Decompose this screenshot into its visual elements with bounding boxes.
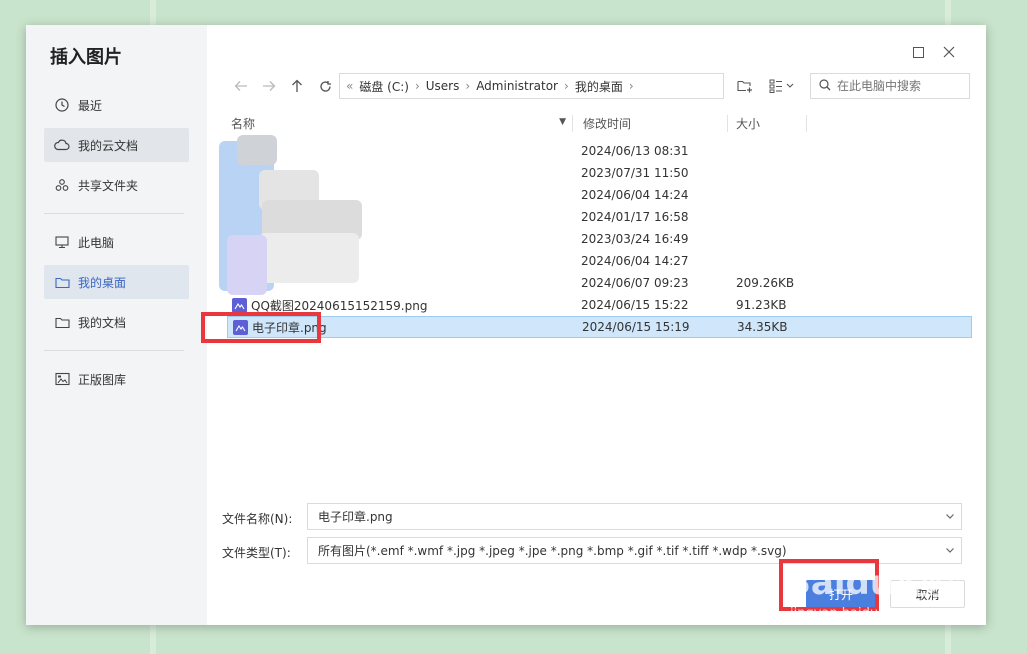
- back-arrow-icon[interactable]: [227, 73, 255, 99]
- breadcrumb-desktop[interactable]: 我的桌面: [575, 78, 623, 95]
- chevron-down-icon[interactable]: [945, 544, 955, 558]
- file-list: 2024/06/13 08:31 2023/07/31 11:50 2024/0…: [227, 140, 972, 338]
- highlight-box-selected-file: [201, 312, 321, 343]
- sidebar-item-cloud-docs[interactable]: 我的云文档: [44, 128, 189, 162]
- sidebar-item-this-pc[interactable]: 此电脑: [44, 225, 189, 259]
- file-date: 2024/06/13 08:31: [581, 144, 689, 158]
- file-date: 2024/06/07 09:23: [581, 276, 689, 290]
- file-date: 2024/01/17 16:58: [581, 210, 689, 224]
- monitor-icon: [54, 234, 70, 250]
- sidebar-item-gallery[interactable]: 正版图库: [44, 362, 189, 396]
- sidebar-item-label: 我的文档: [78, 315, 127, 330]
- filename-field[interactable]: 电子印章.png: [307, 503, 962, 530]
- file-size: 209.26KB: [736, 276, 795, 290]
- up-arrow-icon[interactable]: [283, 73, 311, 99]
- column-name-label: 名称: [231, 116, 256, 131]
- view-mode-icon[interactable]: [766, 73, 798, 99]
- file-row[interactable]: 2023/03/24 16:49: [227, 228, 972, 250]
- file-row[interactable]: 2024/06/04 14:27: [227, 250, 972, 272]
- file-name: QQ截图20240615152159.png: [251, 298, 428, 313]
- sidebar-item-my-documents[interactable]: 我的文档: [44, 305, 189, 339]
- sidebar-item-label: 共享文件夹: [78, 178, 139, 193]
- chevron-right-icon: ›: [564, 79, 569, 93]
- file-list-header: 名称 ▼ 修改时间 大小: [227, 113, 972, 133]
- file-row[interactable]: 2024/06/04 14:24: [227, 184, 972, 206]
- filename-value: 电子印章.png: [318, 510, 393, 524]
- chevron-right-icon: ›: [465, 79, 471, 93]
- sidebar-item-shared-folder[interactable]: 共享文件夹: [44, 168, 189, 202]
- column-header-size[interactable]: 大小: [727, 114, 807, 132]
- image-file-icon: [232, 297, 247, 313]
- refresh-icon[interactable]: [311, 73, 339, 99]
- sidebar-item-label: 正版图库: [78, 372, 127, 387]
- chevron-right-icon[interactable]: ›: [629, 79, 634, 93]
- double-chevron-left-icon[interactable]: «: [346, 79, 353, 93]
- forward-arrow-icon[interactable]: [255, 73, 283, 99]
- filetype-value: 所有图片(*.emf *.wmf *.jpg *.jpeg *.jpe *.pn…: [318, 544, 787, 558]
- file-row[interactable]: 2024/06/07 09:23 209.26KB: [227, 272, 972, 294]
- sidebar-item-label: 我的云文档: [78, 138, 139, 153]
- folder-icon: [54, 274, 70, 290]
- sidebar-item-label: 我的桌面: [78, 275, 127, 290]
- search-input[interactable]: [837, 79, 957, 93]
- chevron-down-icon[interactable]: [945, 510, 955, 524]
- sort-down-icon: ▼: [559, 116, 566, 127]
- address-bar[interactable]: « 磁盘 (C:) › Users › Administrator › 我的桌面…: [339, 73, 724, 99]
- sidebar-divider: [44, 213, 184, 214]
- main-pane: « 磁盘 (C:) › Users › Administrator › 我的桌面…: [207, 25, 986, 625]
- column-header-name[interactable]: 名称 ▼: [227, 115, 572, 132]
- close-icon[interactable]: [940, 43, 958, 61]
- filename-label: 文件名称(N):: [222, 512, 293, 526]
- cancel-button[interactable]: 取消: [890, 580, 965, 608]
- file-row[interactable]: 2023/07/31 11:50: [227, 162, 972, 184]
- clock-icon: [54, 97, 70, 113]
- new-folder-icon[interactable]: [734, 73, 756, 99]
- file-row[interactable]: 2024/06/13 08:31: [227, 140, 972, 162]
- dialog-title: 插入图片: [50, 47, 122, 68]
- column-size-label: 大小: [736, 116, 761, 131]
- folder-icon: [54, 314, 70, 330]
- sidebar-item-recent[interactable]: 最近: [44, 88, 189, 122]
- insert-image-dialog: 插入图片 最近 我的云文档 共享文件夹 此电脑 我的桌面 我的文档 正版图库 «…: [26, 25, 986, 625]
- chevron-right-icon: ›: [414, 79, 420, 93]
- navigation-buttons: [227, 73, 339, 99]
- file-row[interactable]: 2024/01/17 16:58: [227, 206, 972, 228]
- file-date: 2024/06/15 15:22: [581, 298, 689, 312]
- sidebar-item-label: 此电脑: [78, 235, 115, 250]
- file-size: 34.35KB: [737, 320, 788, 334]
- file-name-cell: QQ截图20240615152159.png: [227, 297, 572, 314]
- column-header-date[interactable]: 修改时间: [572, 114, 727, 132]
- sidebar-item-label: 最近: [78, 98, 103, 113]
- breadcrumb-disk[interactable]: 磁盘 (C:): [359, 78, 409, 95]
- cloud-icon: [54, 137, 70, 153]
- file-date: 2023/07/31 11:50: [581, 166, 689, 180]
- breadcrumb-administrator[interactable]: Administrator: [476, 79, 558, 93]
- search-box[interactable]: [810, 73, 970, 99]
- search-icon: [819, 78, 831, 94]
- file-date: 2023/03/24 16:49: [581, 232, 689, 246]
- file-row-selected[interactable]: 电子印章.png 2024/06/15 15:19 34.35KB: [227, 316, 972, 338]
- sidebar: 插入图片 最近 我的云文档 共享文件夹 此电脑 我的桌面 我的文档 正版图库: [26, 25, 207, 625]
- filetype-label: 文件类型(T):: [222, 546, 291, 560]
- share-icon: [54, 177, 70, 193]
- gallery-icon: [54, 371, 70, 387]
- file-date: 2024/06/04 14:27: [581, 254, 689, 268]
- highlight-box-open-button: [779, 559, 879, 611]
- file-size: 91.23KB: [736, 298, 787, 312]
- sidebar-item-desktop[interactable]: 我的桌面: [44, 265, 189, 299]
- column-date-label: 修改时间: [583, 116, 632, 131]
- sidebar-divider: [44, 350, 184, 351]
- maximize-icon[interactable]: [909, 43, 927, 61]
- file-row[interactable]: QQ截图20240615152159.png 2024/06/15 15:22 …: [227, 294, 972, 316]
- file-date: 2024/06/15 15:19: [582, 320, 690, 334]
- file-date: 2024/06/04 14:24: [581, 188, 689, 202]
- breadcrumb-users[interactable]: Users: [426, 79, 460, 93]
